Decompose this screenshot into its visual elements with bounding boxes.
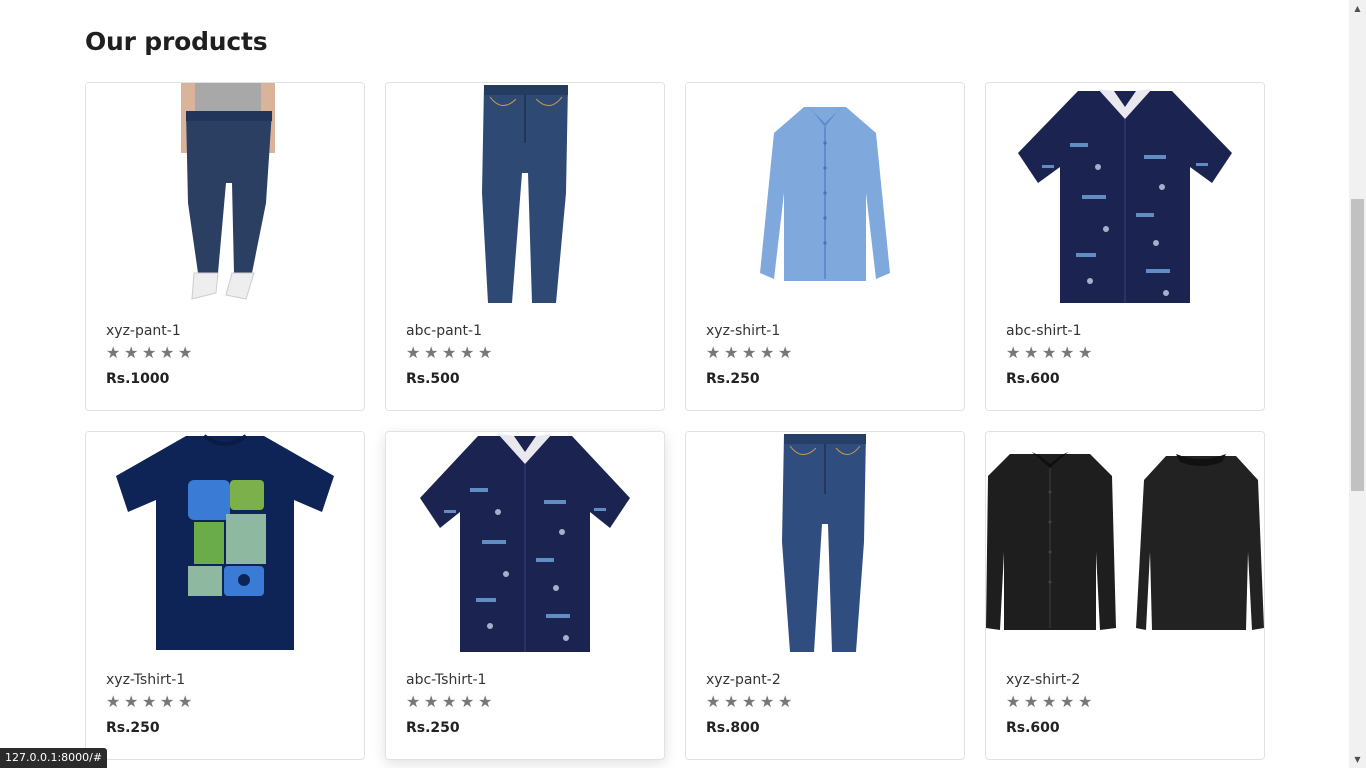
star-icon: ★ bbox=[706, 343, 721, 362]
product-card[interactable]: xyz-shirt-1 ★ ★ ★ ★ ★ Rs.250 bbox=[685, 82, 965, 411]
product-price: Rs.600 bbox=[1006, 720, 1060, 736]
product-name[interactable]: abc-pant-1 bbox=[406, 323, 482, 339]
star-icon: ★ bbox=[742, 343, 757, 362]
product-image[interactable] bbox=[686, 432, 964, 654]
star-icon: ★ bbox=[442, 343, 457, 362]
star-icon: ★ bbox=[106, 692, 121, 711]
section-title: Our products bbox=[85, 27, 268, 56]
star-icon: ★ bbox=[1042, 343, 1057, 362]
star-icon: ★ bbox=[724, 343, 739, 362]
scroll-up-arrow-icon[interactable]: ▲ bbox=[1349, 0, 1366, 17]
products-page: Our products xyz-pant-1 ★ ★ ★ ★ ★ Rs.100… bbox=[0, 0, 1349, 768]
product-name[interactable]: xyz-shirt-1 bbox=[706, 323, 780, 339]
star-rating: ★ ★ ★ ★ ★ bbox=[406, 345, 494, 361]
star-icon: ★ bbox=[706, 692, 721, 711]
product-image[interactable] bbox=[386, 432, 664, 654]
star-icon: ★ bbox=[760, 343, 775, 362]
star-icon: ★ bbox=[160, 692, 175, 711]
scroll-down-arrow-icon[interactable]: ▼ bbox=[1349, 751, 1366, 768]
star-icon: ★ bbox=[1060, 343, 1075, 362]
product-price: Rs.250 bbox=[106, 720, 160, 736]
star-icon: ★ bbox=[406, 692, 421, 711]
star-icon: ★ bbox=[406, 343, 421, 362]
star-icon: ★ bbox=[460, 343, 475, 362]
product-image[interactable] bbox=[686, 83, 964, 305]
star-icon: ★ bbox=[424, 692, 439, 711]
product-price: Rs.600 bbox=[1006, 371, 1060, 387]
star-rating: ★ ★ ★ ★ ★ bbox=[106, 694, 194, 710]
star-icon: ★ bbox=[724, 692, 739, 711]
star-icon: ★ bbox=[1024, 343, 1039, 362]
product-image[interactable] bbox=[386, 83, 664, 305]
product-image[interactable] bbox=[86, 83, 364, 305]
product-name[interactable]: xyz-pant-1 bbox=[106, 323, 181, 339]
product-card[interactable]: xyz-shirt-2 ★ ★ ★ ★ ★ Rs.600 bbox=[985, 431, 1265, 760]
star-icon: ★ bbox=[460, 692, 475, 711]
star-icon: ★ bbox=[478, 692, 493, 711]
star-icon: ★ bbox=[424, 343, 439, 362]
star-icon: ★ bbox=[124, 343, 139, 362]
star-rating: ★ ★ ★ ★ ★ bbox=[406, 694, 494, 710]
product-name[interactable]: abc-Tshirt-1 bbox=[406, 672, 486, 688]
star-icon: ★ bbox=[760, 692, 775, 711]
product-price: Rs.800 bbox=[706, 720, 760, 736]
star-rating: ★ ★ ★ ★ ★ bbox=[1006, 694, 1094, 710]
star-icon: ★ bbox=[1042, 692, 1057, 711]
product-card[interactable]: xyz-pant-1 ★ ★ ★ ★ ★ Rs.1000 bbox=[85, 82, 365, 411]
product-price: Rs.1000 bbox=[106, 371, 170, 387]
star-icon: ★ bbox=[778, 692, 793, 711]
star-icon: ★ bbox=[778, 343, 793, 362]
product-price: Rs.250 bbox=[706, 371, 760, 387]
product-name[interactable]: xyz-pant-2 bbox=[706, 672, 781, 688]
star-rating: ★ ★ ★ ★ ★ bbox=[1006, 345, 1094, 361]
star-icon: ★ bbox=[1078, 692, 1093, 711]
star-icon: ★ bbox=[178, 692, 193, 711]
product-image[interactable] bbox=[86, 432, 364, 654]
star-icon: ★ bbox=[160, 343, 175, 362]
vertical-scrollbar[interactable]: ▲ ▼ bbox=[1349, 0, 1366, 768]
product-card[interactable]: xyz-Tshirt-1 ★ ★ ★ ★ ★ Rs.250 bbox=[85, 431, 365, 760]
star-icon: ★ bbox=[1078, 343, 1093, 362]
star-icon: ★ bbox=[142, 343, 157, 362]
star-icon: ★ bbox=[142, 692, 157, 711]
scroll-thumb[interactable] bbox=[1351, 199, 1364, 491]
star-rating: ★ ★ ★ ★ ★ bbox=[706, 694, 794, 710]
star-icon: ★ bbox=[742, 692, 757, 711]
product-name[interactable]: xyz-Tshirt-1 bbox=[106, 672, 185, 688]
star-rating: ★ ★ ★ ★ ★ bbox=[706, 345, 794, 361]
product-card[interactable]: xyz-pant-2 ★ ★ ★ ★ ★ Rs.800 bbox=[685, 431, 965, 760]
star-icon: ★ bbox=[1024, 692, 1039, 711]
product-card[interactable]: abc-pant-1 ★ ★ ★ ★ ★ Rs.500 bbox=[385, 82, 665, 411]
star-icon: ★ bbox=[124, 692, 139, 711]
product-card[interactable]: abc-Tshirt-1 ★ ★ ★ ★ ★ Rs.250 bbox=[385, 431, 665, 760]
star-rating: ★ ★ ★ ★ ★ bbox=[106, 345, 194, 361]
product-price: Rs.250 bbox=[406, 720, 460, 736]
product-price: Rs.500 bbox=[406, 371, 460, 387]
product-image[interactable] bbox=[986, 83, 1264, 305]
star-icon: ★ bbox=[478, 343, 493, 362]
status-bar-url: 127.0.0.1:8000/# bbox=[0, 748, 108, 768]
star-icon: ★ bbox=[178, 343, 193, 362]
star-icon: ★ bbox=[442, 692, 457, 711]
star-icon: ★ bbox=[1006, 343, 1021, 362]
product-name[interactable]: xyz-shirt-2 bbox=[1006, 672, 1080, 688]
star-icon: ★ bbox=[106, 343, 121, 362]
product-image[interactable] bbox=[986, 432, 1264, 654]
product-card[interactable]: abc-shirt-1 ★ ★ ★ ★ ★ Rs.600 bbox=[985, 82, 1265, 411]
star-icon: ★ bbox=[1006, 692, 1021, 711]
star-icon: ★ bbox=[1060, 692, 1075, 711]
product-name[interactable]: abc-shirt-1 bbox=[1006, 323, 1081, 339]
